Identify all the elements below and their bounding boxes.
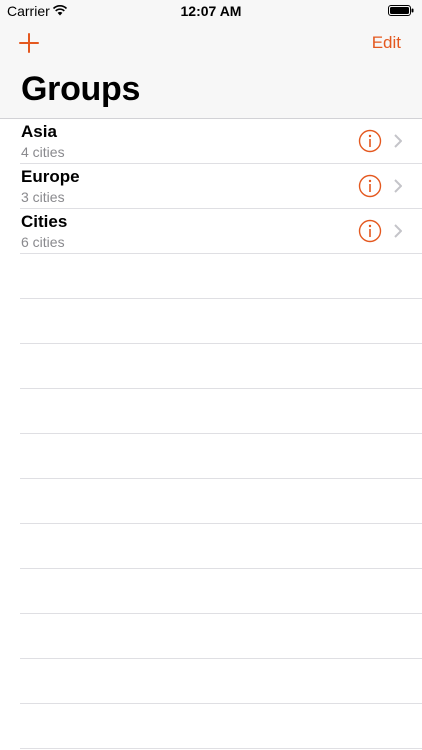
empty-row-separator bbox=[20, 614, 422, 659]
info-icon[interactable] bbox=[358, 174, 382, 198]
group-row[interactable]: Europe 3 cities bbox=[20, 164, 422, 209]
battery-icon bbox=[388, 5, 414, 16]
empty-row-separator bbox=[20, 704, 422, 749]
empty-row-separator bbox=[20, 254, 422, 299]
group-name: Asia bbox=[21, 122, 57, 141]
chevron-right-icon bbox=[394, 224, 402, 238]
chevron-right-icon bbox=[394, 179, 402, 193]
empty-row-separator bbox=[20, 299, 422, 344]
add-group-button[interactable]: plus bbox=[18, 32, 40, 54]
info-icon[interactable] bbox=[358, 129, 382, 153]
group-city-count: 4 cities bbox=[21, 144, 65, 160]
empty-row-separator bbox=[20, 524, 422, 569]
status-time: 12:07 AM bbox=[180, 3, 242, 19]
group-row[interactable]: Cities 6 cities bbox=[20, 209, 422, 254]
status-bar: Carrier 12:07 AM bbox=[0, 0, 422, 22]
empty-row-separator bbox=[20, 344, 422, 389]
page-title: Groups bbox=[21, 70, 141, 108]
empty-row-separator bbox=[20, 479, 422, 524]
groups-list: Asia 4 cities Europe 3 cities Cities 6 c… bbox=[0, 119, 422, 749]
group-city-count: 6 cities bbox=[21, 234, 65, 250]
group-row[interactable]: Asia 4 cities bbox=[20, 119, 422, 164]
navigation-bar: plus Edit Groups bbox=[0, 22, 422, 119]
empty-row-separator bbox=[20, 434, 422, 479]
info-icon[interactable] bbox=[358, 219, 382, 243]
empty-row-separator bbox=[20, 659, 422, 704]
empty-row-separator bbox=[20, 569, 422, 614]
chevron-right-icon bbox=[394, 134, 402, 148]
edit-button[interactable]: Edit bbox=[372, 33, 401, 53]
group-name: Cities bbox=[21, 212, 68, 231]
empty-row-separator bbox=[20, 389, 422, 434]
group-city-count: 3 cities bbox=[21, 189, 65, 205]
group-name: Europe bbox=[21, 167, 80, 186]
